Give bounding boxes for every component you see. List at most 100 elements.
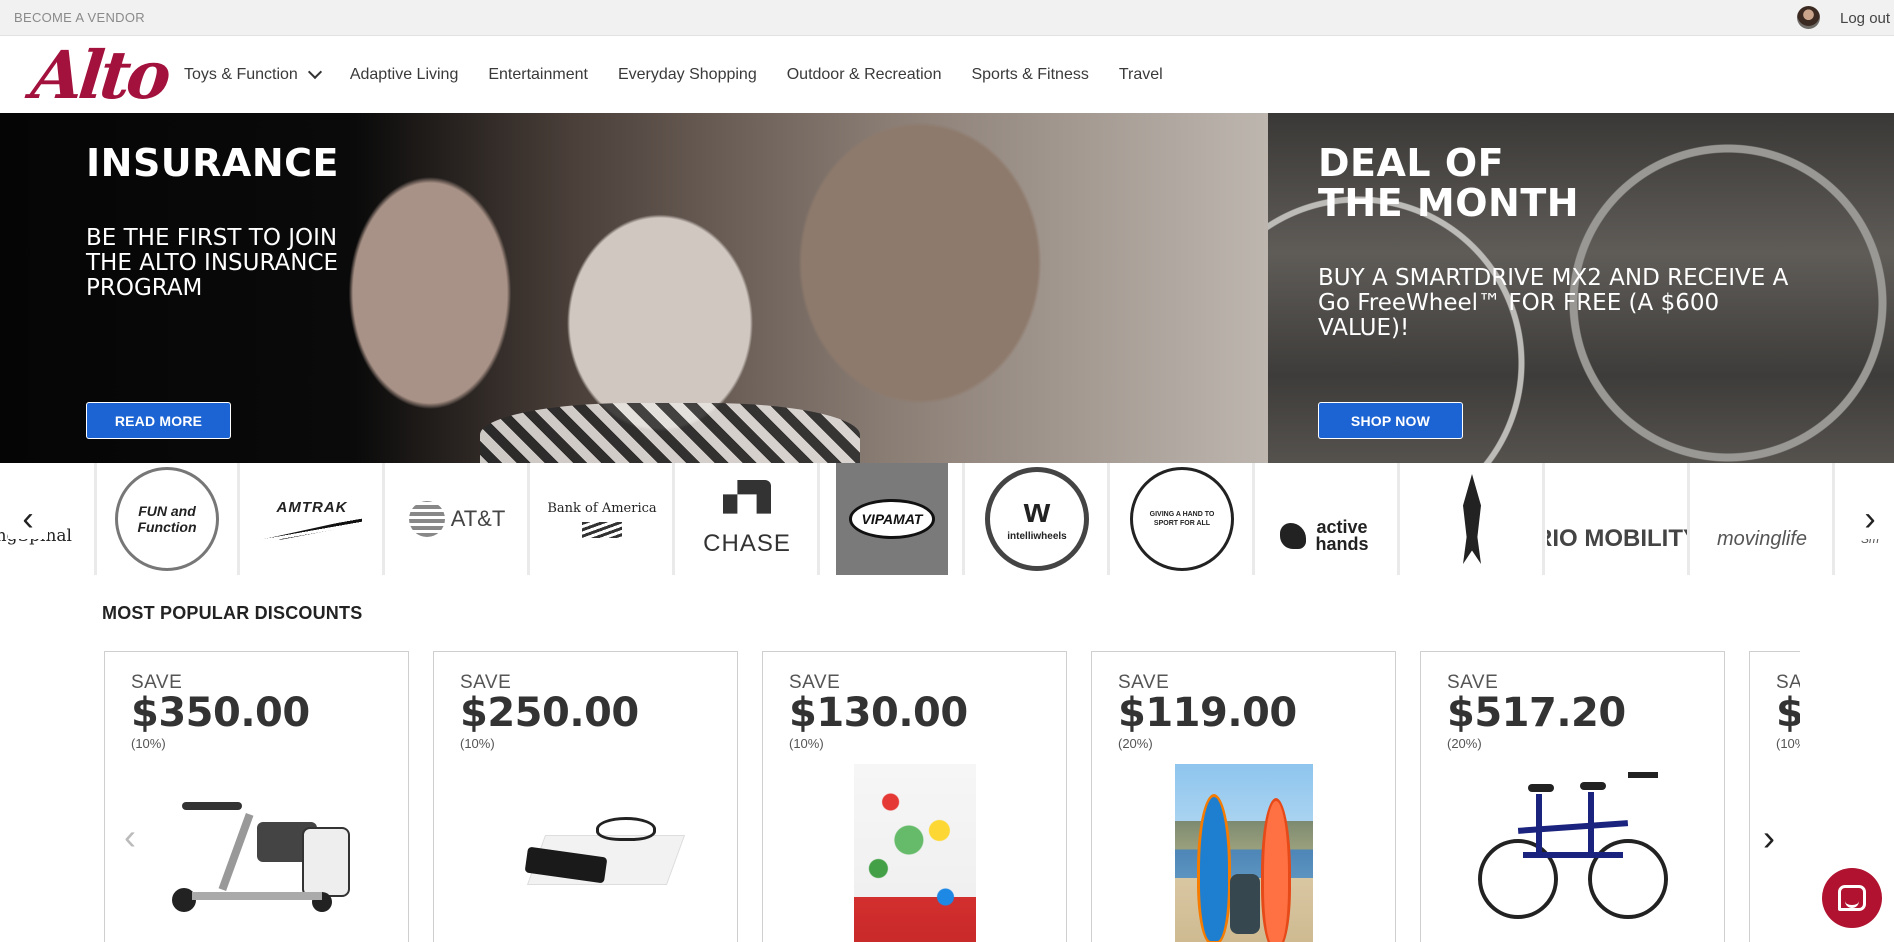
insurance-subtitle: BE THE FIRST TO JOIN THE ALTO INSURANCE … <box>86 226 338 301</box>
climbing-wall-image[interactable] <box>853 764 976 942</box>
chat-launcher-button[interactable] <box>1822 868 1882 928</box>
discount-card[interactable]: SAVE $130.00 (10%) <box>762 651 1067 942</box>
brand-logo-amtrak[interactable]: AMTRAK <box>242 463 385 575</box>
att-logo: AT&T <box>408 501 506 537</box>
subtitle-line: THE ALTO INSURANCE <box>86 250 339 276</box>
deal-subtitle: BUY A SMARTDRIVE MX2 AND RECEIVE A Go Fr… <box>1318 266 1788 341</box>
brands-next-arrow[interactable]: › <box>1850 499 1890 539</box>
amtrak-logo: AMTRAK <box>262 499 362 540</box>
brand-label: movinglife <box>1716 527 1808 550</box>
intelliwheels-logo: w intelliwheels <box>985 467 1089 571</box>
save-percent: (20%) <box>1447 736 1482 751</box>
nav-item-label: Toys & Function <box>184 66 298 83</box>
rocket-icon <box>1463 474 1481 564</box>
chat-icon <box>1838 885 1866 911</box>
chevron-down-icon[interactable] <box>307 64 322 80</box>
scooter-image[interactable] <box>162 792 352 912</box>
save-percent: (10% <box>1776 736 1800 751</box>
nav-item-entertainment[interactable]: Entertainment <box>488 66 588 84</box>
brand-logo-carousel: vingSpinal FUN and Function AMTRAK AT&T … <box>0 463 1894 575</box>
vipamat-logo: VIPAMAT <box>836 463 948 575</box>
intelliwheels-w-icon: w <box>1023 492 1051 530</box>
subtitle-line: VALUE)! <box>1318 315 1410 341</box>
nav-item-everyday-shopping[interactable]: Everyday Shopping <box>618 66 757 84</box>
subtitle-line: Go FreeWheel™ FOR FREE (A $600 <box>1318 290 1720 316</box>
category-menu: Toys & Function Adaptive Living Entertai… <box>184 64 1193 84</box>
brand-logo-vipamat[interactable]: VIPAMAT <box>822 463 965 575</box>
avatar[interactable] <box>1797 6 1820 29</box>
brand-label: RIO MOBILITY <box>1547 525 1690 552</box>
brand-label: intelliwheels <box>1007 531 1067 542</box>
save-amount: $250.00 <box>460 690 639 736</box>
brand-logo-handi-life-sport[interactable]: GIVING A HAND TO SPORT FOR ALL <box>1112 463 1255 575</box>
boa-logo: Bank of America <box>547 501 657 538</box>
fun-function-logo: FUN and Function <box>115 467 219 571</box>
alto-logo[interactable]: Alto <box>28 34 171 114</box>
brand-logo-movinglife[interactable]: movinglife <box>1692 463 1835 575</box>
discount-card[interactable]: SAVE $250.00 (10%) <box>433 651 738 942</box>
subtitle-line: BE THE FIRST TO JOIN <box>86 225 338 251</box>
nav-item-label: Adaptive Living <box>349 66 459 83</box>
family-photo-detail <box>480 403 860 463</box>
save-percent: (10%) <box>460 736 495 751</box>
handi-life-logo: GIVING A HAND TO SPORT FOR ALL <box>1130 467 1234 571</box>
brand-logo-active-hands[interactable]: active hands <box>1257 463 1400 575</box>
nav-item-label: Sports & Fitness <box>971 66 1089 83</box>
subtitle-line: BUY A SMARTDRIVE MX2 AND RECEIVE A <box>1318 265 1789 291</box>
brands-prev-arrow[interactable]: ‹ <box>8 499 48 539</box>
nav-item-outdoor-recreation[interactable]: Outdoor & Recreation <box>787 66 942 84</box>
tandem-bike-image[interactable] <box>1477 764 1668 942</box>
nav-item-adaptive-living[interactable]: Adaptive Living <box>350 66 459 84</box>
globe-icon <box>408 501 445 537</box>
insurance-title: INSURANCE <box>86 141 339 185</box>
reading-device-image[interactable] <box>496 817 685 897</box>
logo-text: Alto <box>27 36 171 114</box>
main-nav: Alto Toys & Function Adaptive Living Ent… <box>0 34 1894 114</box>
discount-card[interactable]: SAVE $119.00 (20%) <box>1091 651 1396 942</box>
insurance-banner[interactable]: INSURANCE BE THE FIRST TO JOIN THE ALTO … <box>0 113 1268 463</box>
nav-item-sports-fitness[interactable]: Sports & Fitness <box>971 66 1088 84</box>
brand-label: CHASE <box>703 530 791 557</box>
nav-item-label: Travel <box>1118 66 1163 83</box>
save-amount: $130.00 <box>789 690 968 736</box>
nav-item-travel[interactable]: Travel <box>1119 66 1163 84</box>
brand-label: AT&T <box>450 506 506 531</box>
chase-logo: CHASE <box>703 480 791 558</box>
save-amount: $119.00 <box>1118 690 1297 736</box>
discounts-prev-arrow[interactable]: ‹ <box>124 816 136 858</box>
nav-item-label: Entertainment <box>488 66 588 83</box>
save-percent: (10%) <box>131 736 166 751</box>
brand-logo-bank-of-america[interactable]: Bank of America <box>532 463 675 575</box>
hand-icon <box>1280 523 1306 549</box>
brand-logo-rio-mobility[interactable]: RIO MOBILITY <box>1547 463 1690 575</box>
discounts-next-arrow[interactable]: › <box>1752 818 1786 858</box>
section-title: MOST POPULAR DISCOUNTS <box>102 603 363 623</box>
discount-card[interactable]: SAVE $517.20 (20%) <box>1420 651 1725 942</box>
brand-logo-fun-and-function[interactable]: FUN and Function <box>97 463 240 575</box>
logout-link[interactable]: Log out <box>1840 10 1890 27</box>
nav-item-toys-function[interactable]: Toys & Function <box>184 64 322 84</box>
save-amount: $350.00 <box>131 690 310 736</box>
nav-item-label: Outdoor & Recreation <box>786 66 942 83</box>
discount-card[interactable]: SAVE $ (10% <box>1749 651 1800 942</box>
discount-carousel: SAVE $350.00 (10%) SAVE $250.00 (10%) SA… <box>104 651 1800 942</box>
brand-logo-rocket[interactable] <box>1402 463 1545 575</box>
brand-logo-intelliwheels[interactable]: w intelliwheels <box>967 463 1110 575</box>
hero-banners: INSURANCE BE THE FIRST TO JOIN THE ALTO … <box>0 113 1894 463</box>
read-more-button[interactable]: READ MORE <box>86 402 231 439</box>
shop-now-button[interactable]: SHOP NOW <box>1318 402 1463 439</box>
brand-logo-chase[interactable]: CHASE <box>677 463 820 575</box>
discount-card[interactable]: SAVE $350.00 (10%) <box>104 651 409 942</box>
brand-label: VIPAMAT <box>848 499 936 539</box>
become-vendor-link[interactable]: BECOME A VENDOR <box>14 10 145 25</box>
paddleboard-image[interactable] <box>1174 764 1313 942</box>
brand-label: active hands <box>1315 517 1369 554</box>
brand-logo-att[interactable]: AT&T <box>387 463 530 575</box>
amtrak-swoosh-icon <box>262 517 362 540</box>
flag-icon <box>582 521 622 538</box>
brand-label: AMTRAK <box>276 498 348 516</box>
deal-of-month-banner[interactable]: DEAL OF THE MONTH BUY A SMARTDRIVE MX2 A… <box>1268 113 1894 463</box>
nav-item-label: Everyday Shopping <box>617 66 757 83</box>
subtitle-line: PROGRAM <box>86 275 203 301</box>
brand-label: GIVING A HAND TO SPORT FOR ALL <box>1149 511 1215 527</box>
